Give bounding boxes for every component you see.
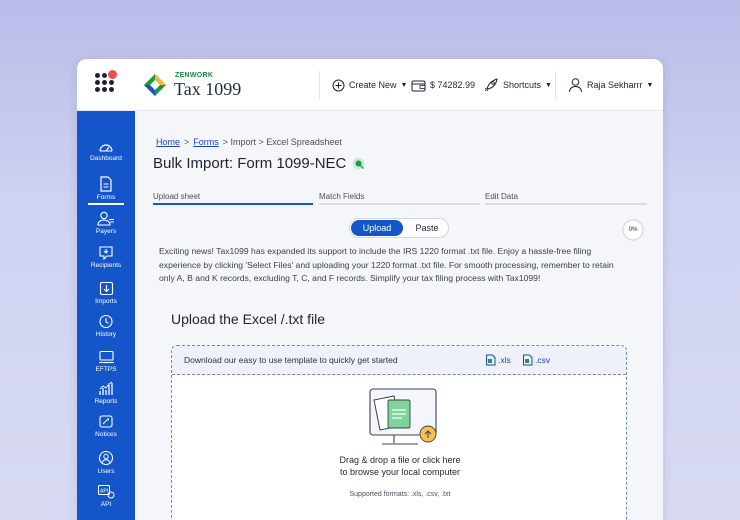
- chevron-down-icon: ▼: [646, 81, 654, 89]
- sidebar-item-label: EFTPS: [95, 366, 117, 373]
- excel-file-icon: [486, 354, 496, 366]
- sidebar-item-api[interactable]: API API: [77, 484, 135, 508]
- create-new-menu[interactable]: Create New ▼: [332, 76, 407, 94]
- step-tabs: Upload sheet Match Fields Edit Data: [153, 192, 647, 206]
- main-content: Home > Forms > Import > Excel Spreadshee…: [135, 111, 663, 520]
- step-edit-data[interactable]: Edit Data: [485, 192, 518, 201]
- drop-line-2: to browse your local computer: [339, 467, 461, 477]
- progress-indicator: 0%: [622, 219, 644, 241]
- sidebar-item-users[interactable]: Users: [77, 450, 135, 475]
- download-xls-label: .xls: [498, 355, 511, 365]
- template-text: Download our easy to use template to qui…: [184, 355, 398, 365]
- sidebar-item-recipients[interactable]: Recipients: [77, 245, 135, 269]
- page-title: Bulk Import: Form 1099-NEC: [153, 155, 365, 172]
- nav-divider: [555, 71, 556, 99]
- users-icon: [98, 450, 114, 466]
- notices-icon: [99, 415, 113, 428]
- breadcrumb-forms-link[interactable]: Forms: [193, 137, 219, 147]
- step-match-fields[interactable]: Match Fields: [319, 192, 364, 201]
- drop-line-1: Drag & drop a file or click here: [339, 455, 461, 465]
- forms-icon: [100, 176, 112, 192]
- user-menu[interactable]: Raja Sekharrr ▼: [568, 76, 653, 94]
- user-name: Raja Sekharrr: [587, 80, 643, 90]
- info-help-icon[interactable]: [352, 157, 365, 170]
- sidebar-item-label: Recipients: [90, 262, 122, 269]
- chevron-down-icon: ▼: [400, 81, 408, 89]
- template-bar: Download our easy to use template to qui…: [172, 346, 626, 375]
- notification-dot: [108, 70, 117, 79]
- shortcuts-label: Shortcuts: [503, 80, 542, 90]
- recipients-icon: [99, 246, 113, 260]
- history-icon: [99, 314, 113, 329]
- api-icon: API: [97, 484, 115, 499]
- svg-text:API: API: [100, 489, 108, 495]
- balance-value: $ 74282.99: [430, 80, 476, 90]
- sidebar-item-label: Forms: [96, 194, 116, 201]
- download-xls-link[interactable]: .xls: [485, 354, 511, 366]
- upload-illustration-icon: [369, 388, 437, 445]
- page-title-text: Bulk Import: Form 1099-NEC: [153, 155, 347, 172]
- reports-icon: [99, 381, 113, 395]
- sidebar-item-dashboard[interactable]: Dashboard: [77, 139, 135, 162]
- chevron-down-icon: ▼: [545, 81, 552, 89]
- progress-label: 0%: [628, 227, 638, 233]
- sidebar-item-label: Payers: [95, 228, 117, 235]
- step-inactive-indicator: [485, 203, 647, 205]
- apps-grid-icon[interactable]: [95, 70, 117, 93]
- sidebar-item-eftps[interactable]: EFTPS: [77, 350, 135, 373]
- sidebar-item-imports[interactable]: Imports: [77, 281, 135, 305]
- sidebar-item-label: History: [95, 331, 117, 338]
- sidebar-item-history[interactable]: History: [77, 314, 135, 338]
- csv-file-icon: [523, 354, 533, 366]
- wallet-balance[interactable]: $ 74282.99: [411, 76, 475, 94]
- step-inactive-indicator: [319, 203, 480, 205]
- create-new-label: Create New: [349, 80, 397, 90]
- sidebar-item-reports[interactable]: Reports: [77, 381, 135, 405]
- supported-formats: Supported formats: .xls, .csv, .txt: [349, 491, 451, 498]
- nav-divider: [319, 71, 320, 99]
- app-window: ZENWORK Tax 1099 Create New ▼ $ 74282.99: [77, 59, 663, 520]
- imports-icon: [99, 281, 113, 296]
- download-csv-link[interactable]: .csv: [522, 354, 550, 366]
- brand-logo[interactable]: ZENWORK Tax 1099: [143, 71, 243, 101]
- upload-section-title: Upload the Excel /.txt file: [171, 311, 326, 327]
- brand-small-text: ZENWORK: [175, 72, 214, 79]
- step-active-indicator: [153, 203, 313, 205]
- top-navbar: ZENWORK Tax 1099 Create New ▼ $ 74282.99: [77, 59, 663, 111]
- paste-toggle-button[interactable]: Paste: [406, 220, 448, 236]
- brand-main-text: Tax 1099: [174, 79, 242, 99]
- upload-mode-toggle: Upload Paste: [349, 218, 449, 238]
- breadcrumb-current: > Import > Excel Spreadsheet: [222, 137, 342, 147]
- active-indicator: [88, 203, 124, 205]
- brand-logo-icon: [144, 74, 166, 96]
- eftps-icon: [98, 350, 114, 364]
- sidebar-item-label: Imports: [95, 298, 117, 305]
- download-csv-label: .csv: [535, 355, 551, 365]
- sidebar-item-notices[interactable]: Notices: [77, 414, 135, 438]
- sidebar-item-label: Reports: [94, 398, 118, 405]
- payers-icon: [97, 211, 114, 226]
- sidebar-item-forms[interactable]: Forms: [77, 176, 135, 205]
- breadcrumb: Home > Forms > Import > Excel Spreadshee…: [156, 137, 342, 147]
- drop-instructions: Drag & drop a file or click here to brow…: [172, 454, 628, 478]
- step-upload-sheet[interactable]: Upload sheet: [153, 192, 200, 201]
- dashboard-icon: [99, 144, 113, 152]
- rocket-icon: [484, 78, 498, 92]
- sidebar-item-payers[interactable]: Payers: [77, 211, 135, 235]
- wallet-icon: [411, 80, 426, 91]
- sidebar: Dashboard Forms Payers Recipients Import…: [77, 111, 135, 520]
- plus-circle-icon: [332, 79, 345, 91]
- user-avatar-icon: [569, 78, 582, 93]
- breadcrumb-separator: >: [184, 137, 190, 147]
- file-dropzone[interactable]: Download our easy to use template to qui…: [171, 345, 627, 520]
- shortcuts-menu[interactable]: Shortcuts ▼: [484, 76, 552, 94]
- sidebar-item-label: API: [100, 501, 112, 508]
- breadcrumb-home-link[interactable]: Home: [156, 137, 180, 147]
- sidebar-item-label: Users: [97, 468, 115, 475]
- upload-toggle-button[interactable]: Upload: [351, 220, 403, 236]
- sidebar-item-label: Notices: [95, 431, 117, 438]
- sidebar-item-label: Dashboard: [90, 155, 122, 162]
- announcement-text: Exciting news! Tax1099 has expanded its …: [159, 246, 614, 283]
